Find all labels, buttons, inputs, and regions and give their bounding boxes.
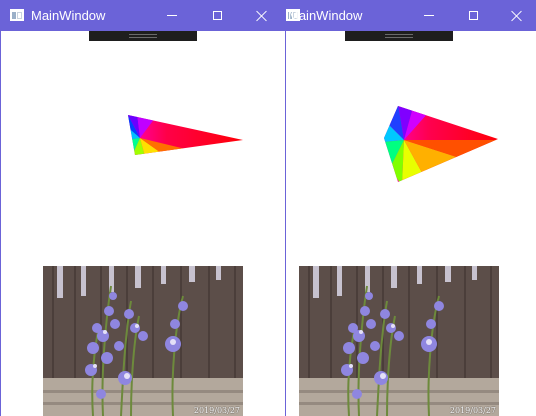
gradient-triangle	[128, 115, 243, 155]
flower-image	[299, 266, 499, 416]
flower-photo: 2019/03/27	[43, 266, 243, 416]
main-window-right: MainWindow 2019/03/27	[286, 0, 536, 416]
photo-timestamp: 2019/03/27	[449, 406, 496, 415]
gradient-quad	[384, 106, 498, 182]
flower-image	[43, 266, 243, 416]
flower-photo: 2019/03/27	[299, 266, 499, 416]
main-window-left: MainWindow 2019/03/27	[0, 0, 286, 416]
photo-timestamp: 2019/03/27	[193, 406, 240, 415]
